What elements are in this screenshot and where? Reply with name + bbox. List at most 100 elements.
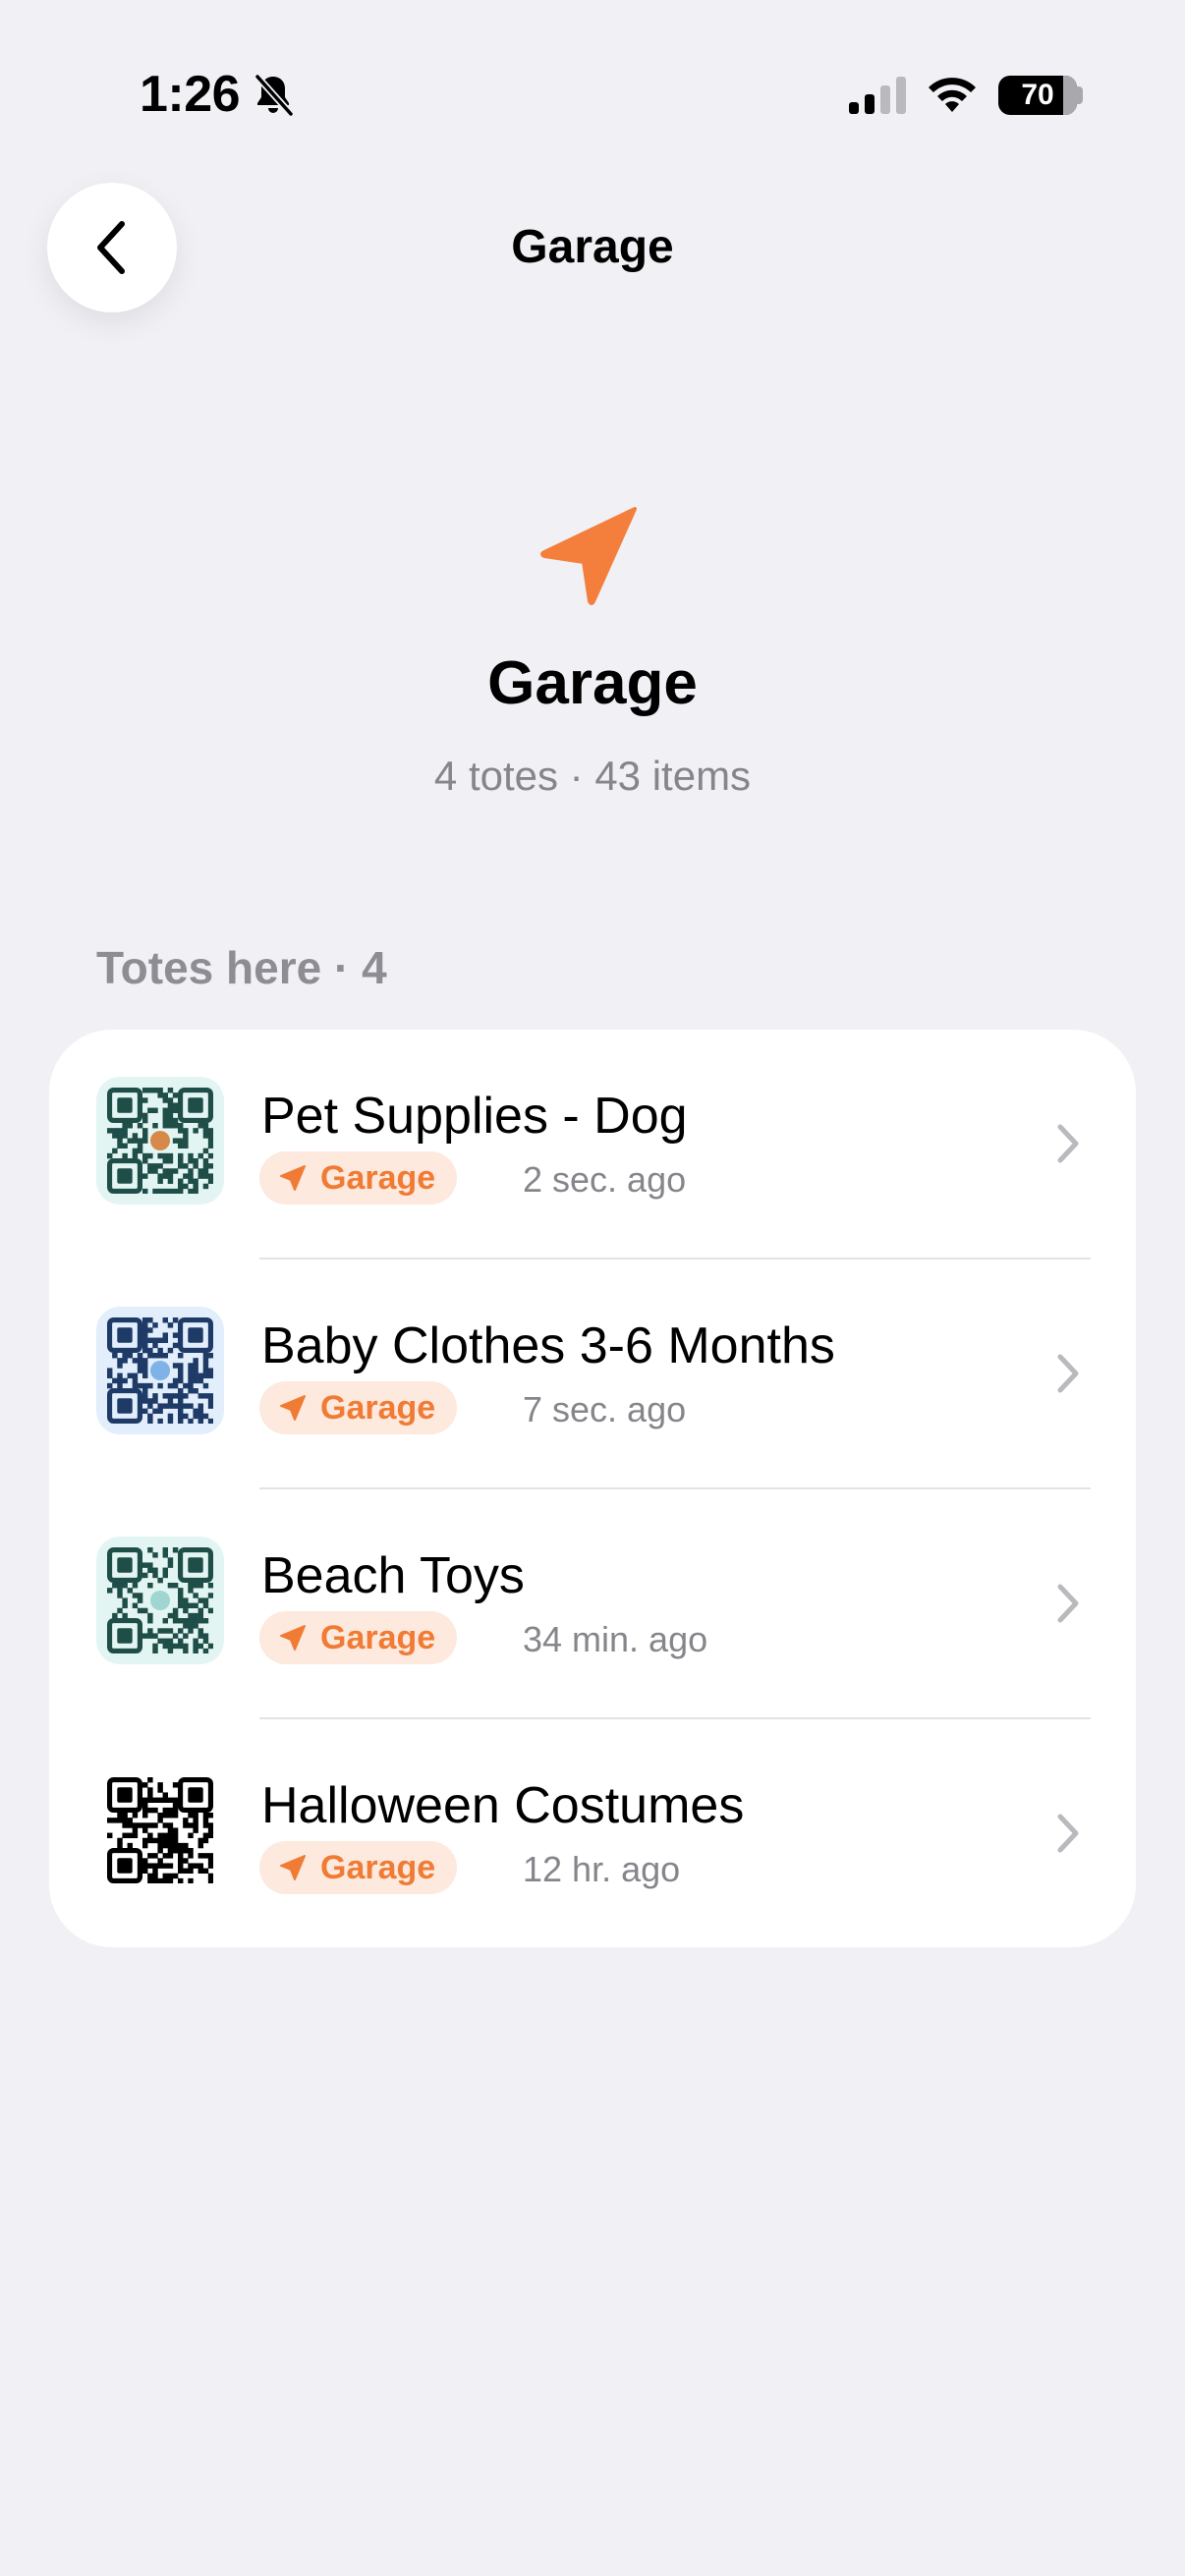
- qr-module: [172, 1117, 179, 1124]
- qr-module: [152, 1123, 158, 1129]
- qr-module: [112, 1148, 118, 1154]
- qr-module: [193, 1363, 198, 1369]
- qr-module: [152, 1822, 158, 1828]
- qr-module: [207, 1832, 213, 1839]
- qr-module: [207, 1607, 213, 1614]
- qr-module: [132, 1372, 139, 1379]
- qr-module: [183, 1133, 189, 1139]
- qr-module: [167, 1088, 174, 1093]
- qr-module: [127, 1138, 134, 1144]
- qr-module: [137, 1143, 143, 1149]
- qr-module: [178, 1123, 184, 1129]
- tote-row[interactable]: Pet Supplies - Dog Garage 2 sec. ago: [49, 1030, 1136, 1260]
- qr-module: [178, 1848, 184, 1854]
- qr-module: [188, 1868, 194, 1875]
- qr-module: [198, 1853, 204, 1859]
- qr-module: [188, 1877, 194, 1883]
- qr-module: [167, 1648, 174, 1653]
- qr-module: [142, 1842, 148, 1849]
- qr-module: [178, 1638, 184, 1645]
- qr-module: [132, 1822, 139, 1828]
- qr-module: [157, 1877, 163, 1883]
- qr-module: [167, 1612, 174, 1619]
- qr-module: [142, 1837, 148, 1844]
- qr-module: [162, 1173, 169, 1179]
- qr-module: [202, 1363, 209, 1369]
- qr-module: [142, 1827, 148, 1833]
- qr-module: [183, 1382, 189, 1389]
- qr-module: [162, 1152, 169, 1159]
- totes-list: Pet Supplies - Dog Garage 2 sec. ago Bab…: [49, 1030, 1136, 1947]
- qr-module: [142, 1097, 148, 1103]
- qr-module: [152, 1322, 158, 1328]
- qr-module: [122, 1128, 128, 1134]
- qr-module: [183, 1607, 189, 1614]
- qr-module: [147, 1418, 153, 1424]
- qr-module: [178, 1188, 184, 1194]
- qr-module: [132, 1138, 139, 1144]
- qr-code-thumbnail: [96, 1077, 224, 1204]
- qr-module: [142, 1133, 148, 1139]
- tote-row[interactable]: Beach Toys Garage 34 min. ago: [49, 1489, 1136, 1719]
- qr-module: [162, 1572, 169, 1579]
- qr-module: [207, 1593, 213, 1598]
- qr-module: [178, 1403, 184, 1409]
- tote-row[interactable]: Baby Clothes 3-6 Months Garage 7 sec. ag…: [49, 1260, 1136, 1489]
- qr-module: [172, 1102, 179, 1108]
- section-header: Totes here · 4: [96, 942, 387, 993]
- qr-module: [172, 1363, 179, 1369]
- qr-module: [167, 1102, 174, 1108]
- qr-finder-center: [117, 1398, 133, 1414]
- qr-module: [183, 1643, 189, 1650]
- qr-module: [178, 1143, 184, 1149]
- qr-module: [142, 1317, 148, 1323]
- qr-module: [122, 1822, 128, 1828]
- qr-module: [172, 1807, 179, 1814]
- qr-module: [188, 1853, 194, 1859]
- qr-module: [207, 1403, 213, 1409]
- qr-module: [167, 1822, 174, 1828]
- qr-module: [202, 1602, 209, 1609]
- tote-row[interactable]: Halloween Costumes Garage 12 hr. ago: [49, 1719, 1136, 1949]
- nav-title: Garage: [511, 221, 674, 273]
- qr-module: [202, 1648, 209, 1653]
- qr-module: [162, 1618, 169, 1624]
- qr-finder-center: [117, 1787, 133, 1803]
- qr-module: [127, 1353, 134, 1359]
- qr-module: [157, 1832, 163, 1839]
- qr-module: [178, 1138, 184, 1144]
- qr-module: [178, 1618, 184, 1624]
- qr-module: [142, 1408, 148, 1415]
- qr-module: [117, 1382, 123, 1389]
- qr-module: [147, 1618, 153, 1624]
- qr-module: [162, 1628, 169, 1634]
- qr-module: [152, 1567, 158, 1574]
- location-arrow-icon: [280, 1625, 306, 1651]
- qr-module: [132, 1583, 139, 1589]
- qr-module: [142, 1088, 148, 1093]
- qr-module: [142, 1188, 148, 1194]
- qr-module: [142, 1863, 148, 1869]
- qr-module: [198, 1377, 204, 1384]
- qr-module: [127, 1372, 134, 1379]
- qr-module: [137, 1138, 143, 1144]
- qr-module: [207, 1398, 213, 1404]
- qr-module: [207, 1393, 213, 1399]
- qr-module: [167, 1842, 174, 1849]
- qr-module: [147, 1807, 153, 1814]
- qr-module: [147, 1633, 153, 1639]
- qr-module: [142, 1358, 148, 1364]
- qr-module: [152, 1863, 158, 1869]
- qr-module: [112, 1128, 118, 1134]
- qr-module: [202, 1128, 209, 1134]
- qr-module: [178, 1408, 184, 1415]
- qr-module: [183, 1618, 189, 1624]
- bell-slash-icon: [254, 74, 294, 117]
- qr-module: [183, 1413, 189, 1420]
- qr-module: [162, 1317, 169, 1323]
- qr-module: [193, 1602, 198, 1609]
- qr-module: [107, 1818, 113, 1823]
- qr-module: [188, 1178, 194, 1185]
- qr-module: [162, 1873, 169, 1879]
- qr-module: [178, 1868, 184, 1875]
